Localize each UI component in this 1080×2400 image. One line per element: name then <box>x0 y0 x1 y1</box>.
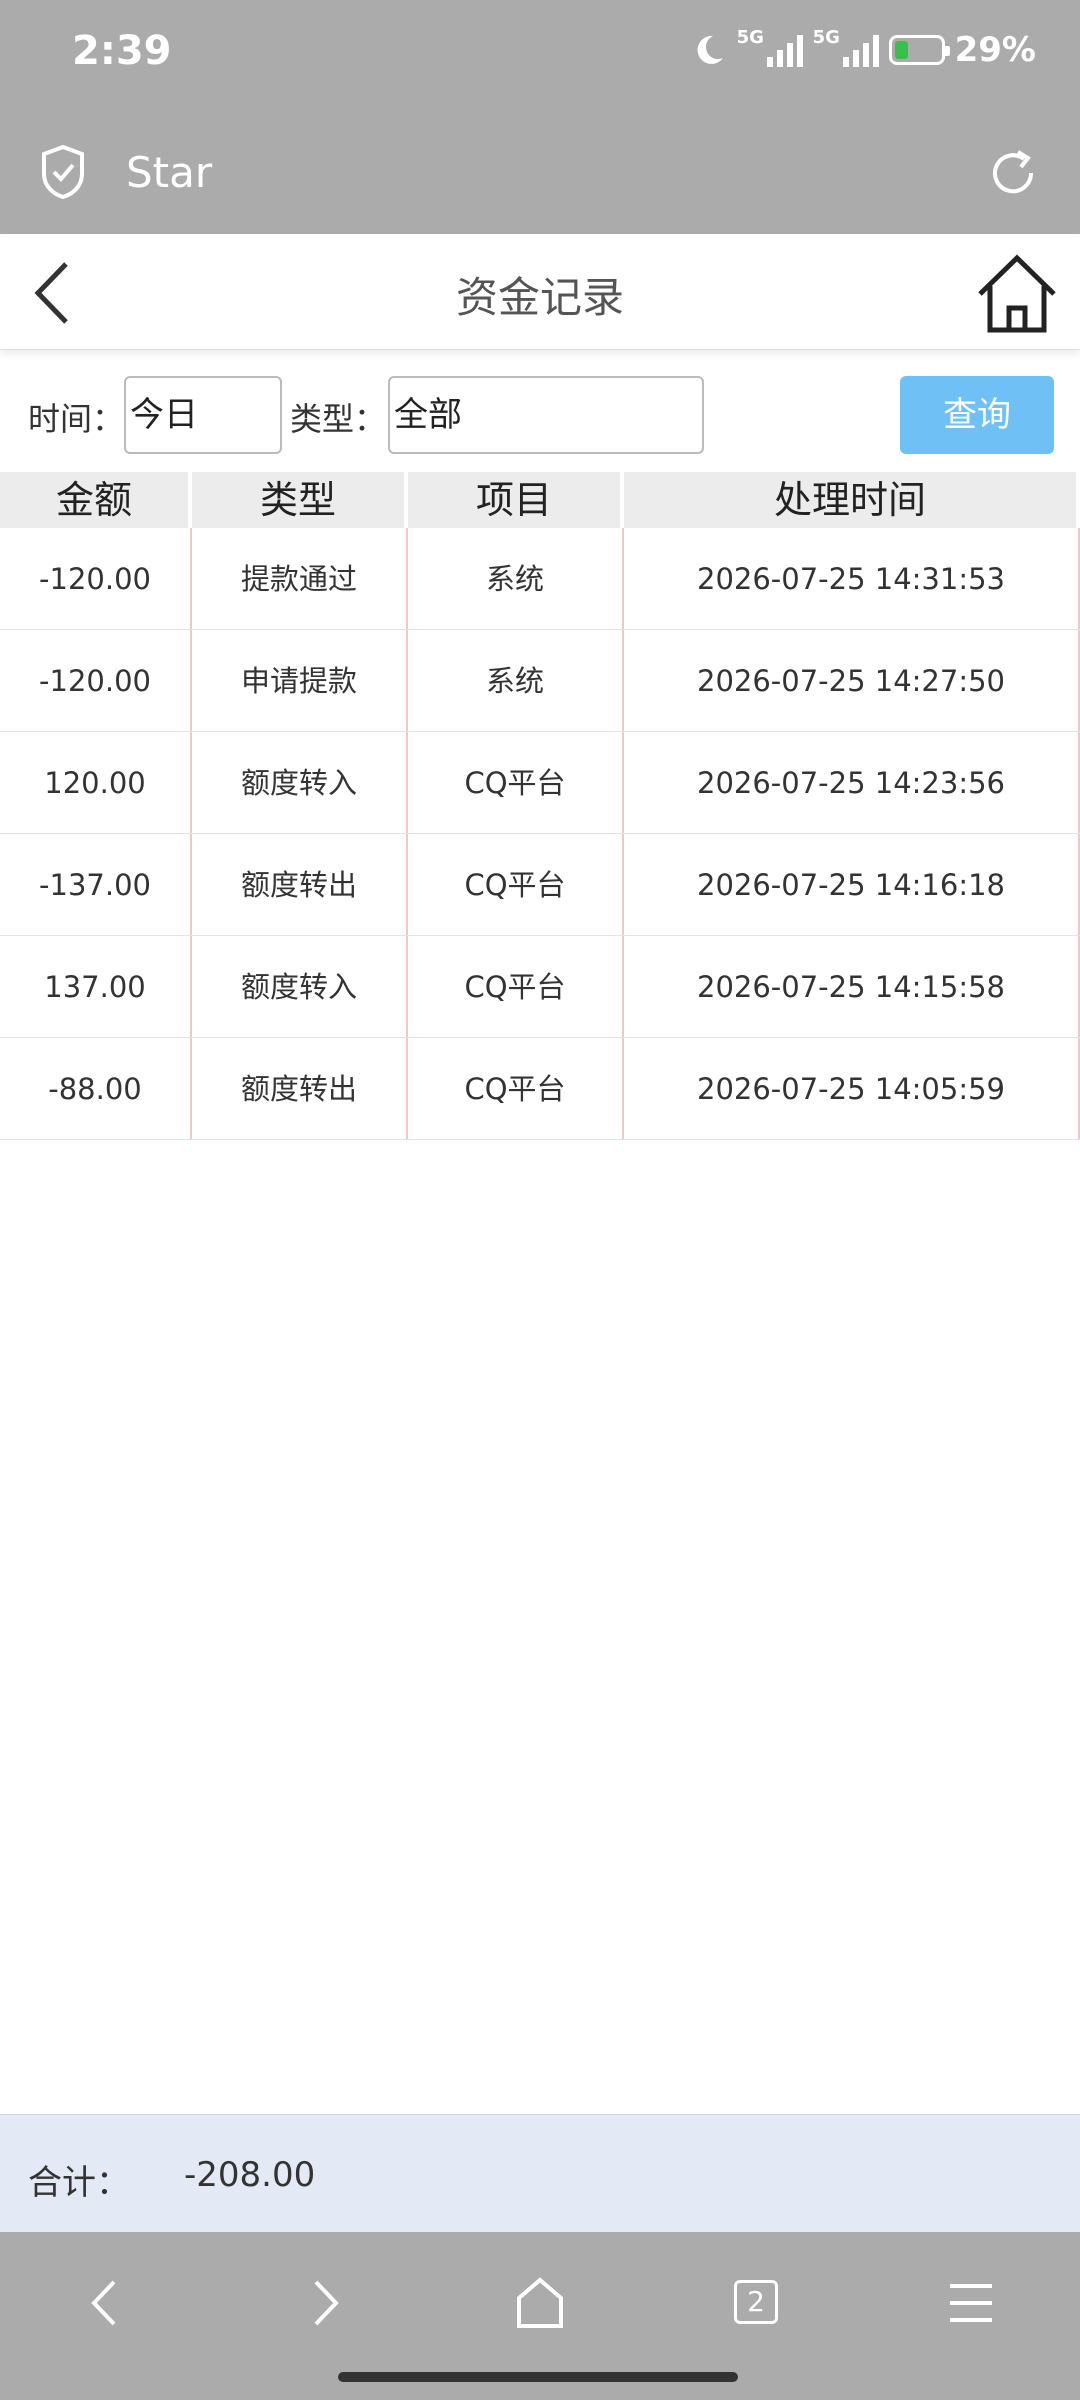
gesture-bar[interactable] <box>338 2372 738 2382</box>
cell-time: 2026-07-25 14:05:59 <box>624 1038 1080 1139</box>
signal-icon: 5G <box>737 27 803 67</box>
table-row: 120.00 额度转入 CQ平台 2026-07-25 14:23:56 <box>0 732 1080 834</box>
site-name: Star <box>126 148 213 197</box>
type-filter-select[interactable]: 全部 <box>388 376 704 454</box>
cell-time: 2026-07-25 14:16:18 <box>624 834 1080 935</box>
cell-type: 额度转入 <box>192 936 408 1037</box>
table-row: -137.00 额度转出 CQ平台 2026-07-25 14:16:18 <box>0 834 1080 936</box>
column-header-type: 类型 <box>192 472 408 528</box>
cell-type: 提款通过 <box>192 528 408 629</box>
status-icons: 5G 5G 29% <box>691 27 1036 70</box>
tabs-icon[interactable]: 2 <box>734 2280 778 2324</box>
status-bar: 2:39 5G 5G 29% <box>0 0 1080 112</box>
total-value: -208.00 <box>184 2155 316 2195</box>
page-title: 资金记录 <box>455 273 624 322</box>
cell-time: 2026-07-25 14:23:56 <box>624 732 1080 833</box>
home-icon[interactable] <box>974 252 1060 336</box>
shield-icon[interactable] <box>40 144 86 200</box>
column-header-time: 处理时间 <box>624 472 1080 528</box>
time-filter-select[interactable]: 今日 <box>124 376 282 454</box>
moon-icon <box>697 35 723 64</box>
battery-icon <box>888 35 950 65</box>
cell-amount: -88.00 <box>0 1038 192 1139</box>
table-row: 137.00 额度转入 CQ平台 2026-07-25 14:15:58 <box>0 936 1080 1038</box>
time-filter-label: 时间： <box>28 400 125 438</box>
cell-type: 额度转出 <box>192 834 408 935</box>
network-label: 5G <box>736 27 764 48</box>
table-row: -120.00 提款通过 系统 2026-07-25 14:31:53 <box>0 528 1080 630</box>
menu-icon[interactable] <box>936 2268 1006 2338</box>
cell-item: CQ平台 <box>408 834 624 935</box>
battery-level: 29% <box>954 30 1036 70</box>
cell-type: 额度转出 <box>192 1038 408 1139</box>
cell-amount: -120.00 <box>0 528 192 629</box>
cell-amount: 137.00 <box>0 936 192 1037</box>
filter-bar: 时间： 今日 类型： 全部 查询 <box>0 364 1080 464</box>
records-table: 金额 类型 项目 处理时间 -120.00 提款通过 系统 2026-07-25… <box>0 472 1080 1140</box>
cell-amount: -120.00 <box>0 630 192 731</box>
browser-bar: Star <box>0 112 1080 234</box>
browser-nav-bar: 2 <box>0 2232 1080 2400</box>
total-label: 合计： <box>28 2163 130 2203</box>
cell-amount: -137.00 <box>0 834 192 935</box>
type-filter-label: 类型： <box>290 400 387 438</box>
total-bar: 合计： -208.00 <box>0 2114 1080 2232</box>
cell-item: 系统 <box>408 630 624 731</box>
cell-type: 额度转入 <box>192 732 408 833</box>
query-button[interactable]: 查询 <box>900 376 1054 454</box>
nav-forward-icon[interactable] <box>288 2268 358 2338</box>
cell-item: CQ平台 <box>408 936 624 1037</box>
status-time: 2:39 <box>72 28 172 74</box>
nav-home-icon[interactable] <box>505 2268 575 2338</box>
signal-icon-2: 5G <box>813 27 879 67</box>
page-header: 资金记录 <box>0 234 1080 350</box>
nav-back-icon[interactable] <box>72 2268 142 2338</box>
cell-amount: 120.00 <box>0 732 192 833</box>
cell-item: 系统 <box>408 528 624 629</box>
cell-item: CQ平台 <box>408 1038 624 1139</box>
table-row: -88.00 额度转出 CQ平台 2026-07-25 14:05:59 <box>0 1038 1080 1140</box>
cell-time: 2026-07-25 14:27:50 <box>624 630 1080 731</box>
battery-fill <box>894 41 908 59</box>
table-header: 金额 类型 项目 处理时间 <box>0 472 1080 528</box>
reload-icon[interactable] <box>986 146 1040 200</box>
cell-time: 2026-07-25 14:31:53 <box>624 528 1080 629</box>
cell-type: 申请提款 <box>192 630 408 731</box>
table-row: -120.00 申请提款 系统 2026-07-25 14:27:50 <box>0 630 1080 732</box>
cell-item: CQ平台 <box>408 732 624 833</box>
column-header-item: 项目 <box>408 472 624 528</box>
column-header-amount: 金额 <box>0 472 192 528</box>
network-label-2: 5G <box>812 27 840 48</box>
cell-time: 2026-07-25 14:15:58 <box>624 936 1080 1037</box>
